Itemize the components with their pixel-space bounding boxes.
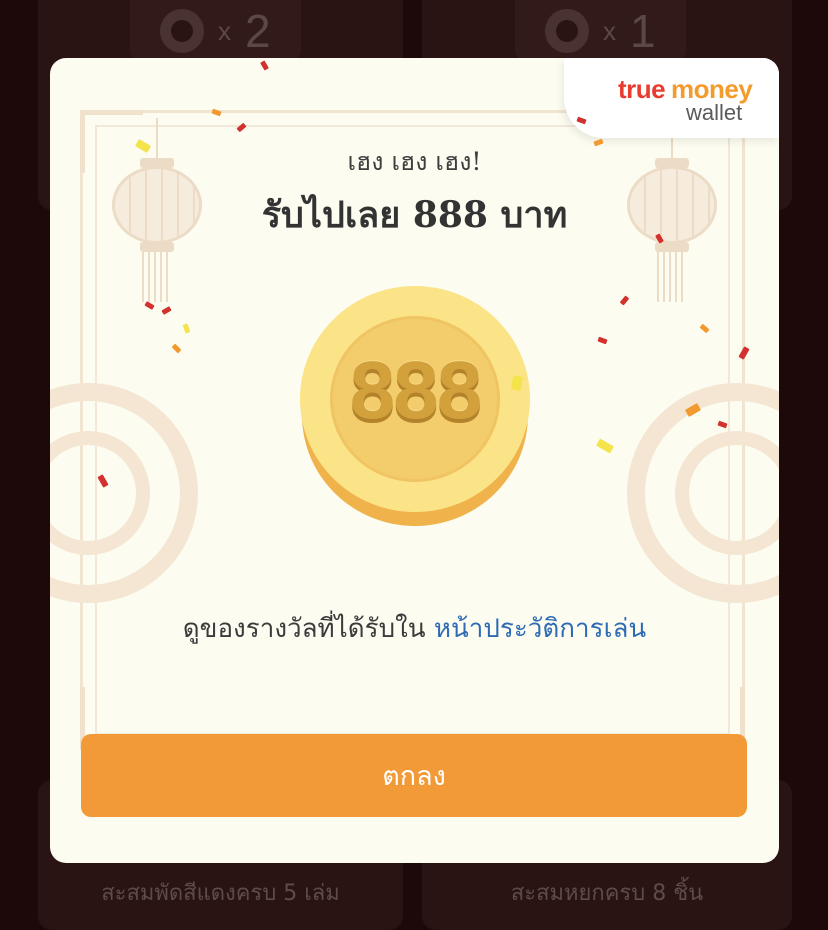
count-prefix: x [218,15,231,46]
confetti [260,60,269,71]
modal-title: รับไปเลย 888 บาท [261,194,568,236]
coin-value: 888 [349,345,483,436]
apple-icon [160,9,204,53]
count-value: 1 [630,5,656,57]
logo-wallet-text: wallet [686,100,743,125]
history-line: ดูของรางวัลที่ได้รับใน หน้าประวัติการเล่… [50,608,779,649]
count-prefix: x [603,15,616,46]
modal-subtitle: เฮง เฮง เฮง! [347,147,482,176]
background-right-counter: x 1 [515,0,686,62]
reward-modal: true money wallet เฮง เฮง เฮง! รับไปเลย … [50,58,779,863]
logo-true-text: true [618,74,666,104]
history-text: ดูของรางวัลที่ได้รับใน [182,614,426,644]
ok-button[interactable]: ตกลง [81,734,747,817]
background-left-counter: x 2 [130,0,301,62]
count-value: 2 [245,5,271,57]
coin-icon: 888 [300,286,530,526]
history-link[interactable]: หน้าประวัติการเล่น [434,614,646,644]
background-left-caption: สะสมพัดสีแดงครบ 5 เล่ม [101,881,340,906]
truemoney-wallet-logo: true money wallet [564,58,779,138]
background-right-caption: สะสมหยกครบ 8 ชิ้น [510,881,704,906]
apple-icon [545,9,589,53]
